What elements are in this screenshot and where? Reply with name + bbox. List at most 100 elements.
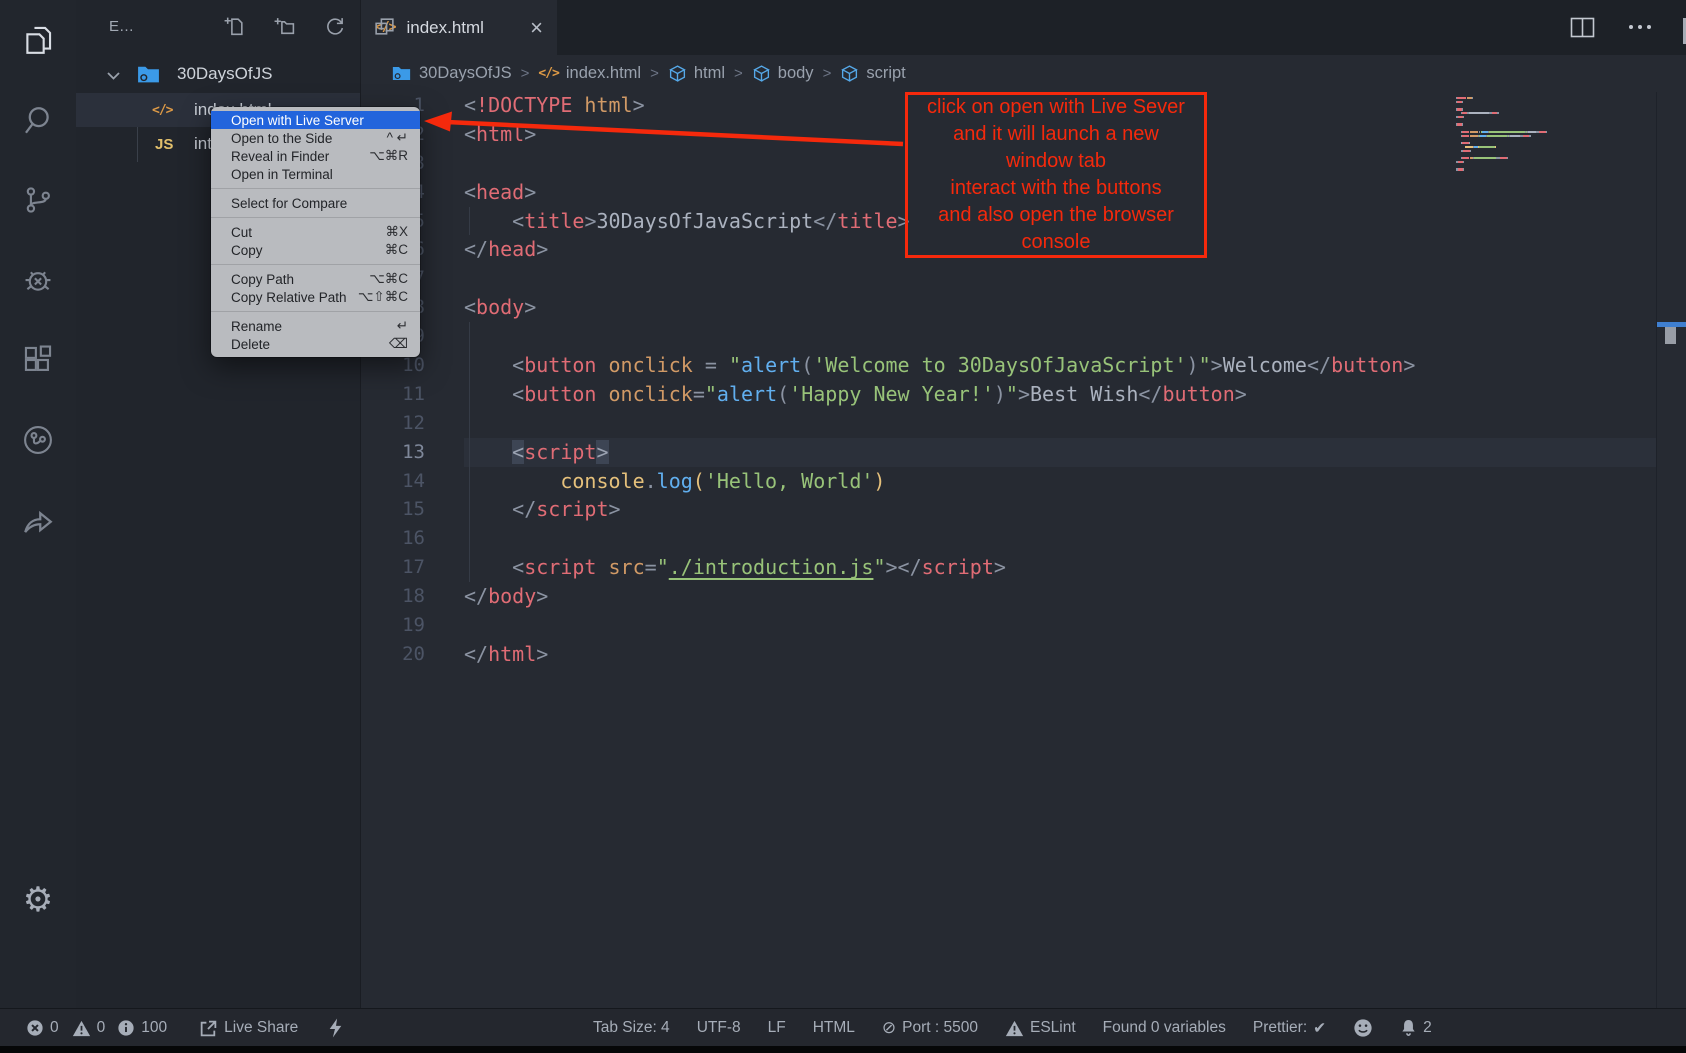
- status-bar: 0 0 100 Live Share Tab Size: 4 UTF: [0, 1008, 1686, 1047]
- breadcrumb-item-body[interactable]: body: [752, 64, 814, 83]
- indent-guide: [469, 207, 470, 235]
- tree-folder-30daysofjs[interactable]: 30DaysOfJS: [76, 57, 360, 93]
- problems-warnings[interactable]: 0: [72, 1019, 106, 1037]
- tab-bar: </> index.html ×: [361, 0, 1686, 55]
- status-eslint[interactable]: ESLint: [1005, 1019, 1076, 1037]
- refresh-icon[interactable]: [323, 15, 346, 38]
- line-number: 18: [361, 582, 425, 611]
- code-line[interactable]: 9: [361, 322, 1657, 351]
- code-line[interactable]: 7: [361, 264, 1657, 293]
- code-line[interactable]: 13 <script>: [361, 438, 1657, 467]
- new-file-icon[interactable]: [223, 15, 246, 38]
- symbol-cube-icon: [840, 64, 859, 83]
- error-icon: [26, 1019, 44, 1037]
- settings-gear-icon[interactable]: ⚙: [0, 868, 76, 932]
- folder-icon: [136, 63, 161, 86]
- source-control-icon[interactable]: [0, 160, 76, 240]
- scrollbar-thumb[interactable]: [1665, 327, 1676, 344]
- html-file-icon: </>: [538, 66, 558, 81]
- menu-item-copy-relative-path[interactable]: Copy Relative Path⌥⇧⌘C: [211, 288, 420, 306]
- live-share-button[interactable]: Live Share: [199, 1019, 298, 1038]
- breadcrumb: 30DaysOfJS > </> index.html > html > bod…: [361, 55, 1686, 92]
- warning-icon: [72, 1020, 91, 1037]
- code-line[interactable]: 10 <button onclick = "alert('Welcome to …: [361, 351, 1657, 380]
- menu-separator: [211, 188, 420, 189]
- line-number: 11: [361, 380, 425, 409]
- feedback-smiley-icon[interactable]: [1353, 1018, 1373, 1038]
- code-line[interactable]: 14 console.log('Hello, World'): [361, 467, 1657, 496]
- breadcrumb-separator: >: [823, 65, 832, 82]
- symbol-cube-icon: [752, 64, 771, 83]
- problems-info[interactable]: 100: [117, 1019, 167, 1037]
- circle-branch-icon[interactable]: [0, 400, 76, 480]
- code-line[interactable]: 18</body>: [361, 582, 1657, 611]
- tab-label: index.html: [406, 18, 483, 38]
- explorer-icon[interactable]: [0, 0, 76, 80]
- code-line[interactable]: 16: [361, 524, 1657, 553]
- code-line[interactable]: 20</html>: [361, 640, 1657, 669]
- code-line[interactable]: 17 <script src="./introduction.js"></scr…: [361, 553, 1657, 582]
- menu-item-copy[interactable]: Copy⌘C: [211, 241, 420, 259]
- close-icon[interactable]: ×: [530, 17, 543, 39]
- status-tab-size[interactable]: Tab Size: 4: [593, 1019, 670, 1037]
- line-number: 20: [361, 640, 425, 669]
- extensions-icon[interactable]: [0, 320, 76, 400]
- menu-item-rename[interactable]: Rename↵: [211, 317, 420, 335]
- code-line[interactable]: 19: [361, 611, 1657, 640]
- split-editor-icon[interactable]: [1570, 17, 1595, 38]
- collapse-all-icon[interactable]: [373, 15, 396, 38]
- menu-item-open-with-live-server[interactable]: Open with Live Server: [211, 111, 420, 129]
- check-icon: ✔: [1313, 1019, 1326, 1037]
- line-number: 15: [361, 495, 425, 524]
- status-prettier[interactable]: Prettier: ✔: [1253, 1019, 1326, 1037]
- explorer-title: E…: [109, 18, 134, 35]
- notifications-bell[interactable]: 2: [1400, 1019, 1432, 1038]
- code-line[interactable]: 15 </script>: [361, 495, 1657, 524]
- menu-separator: [211, 217, 420, 218]
- info-icon: [117, 1019, 135, 1037]
- annotation-line: interact with the buttons: [908, 175, 1204, 202]
- js-file-icon: JS: [155, 136, 173, 153]
- minimap[interactable]: [1456, 97, 1566, 172]
- breadcrumb-item-folder[interactable]: 30DaysOfJS: [391, 64, 512, 83]
- circle-slash-icon: ⊘: [882, 1018, 896, 1038]
- search-icon[interactable]: [0, 80, 76, 160]
- menu-item-select-for-compare[interactable]: Select for Compare: [211, 194, 420, 212]
- breadcrumb-item-html[interactable]: html: [668, 64, 725, 83]
- problems-errors[interactable]: 0: [26, 1019, 59, 1037]
- annotation-line: click on open with Live Sever: [908, 94, 1204, 121]
- status-encoding[interactable]: UTF-8: [697, 1019, 741, 1037]
- indent-guide: [469, 322, 470, 582]
- line-number: 16: [361, 524, 425, 553]
- status-language[interactable]: HTML: [813, 1019, 855, 1037]
- status-eol[interactable]: LF: [768, 1019, 786, 1037]
- menu-item-copy-path[interactable]: Copy Path⌥⌘C: [211, 270, 420, 288]
- code-line[interactable]: 12: [361, 409, 1657, 438]
- code-line[interactable]: 11 <button onclick="alert('Happy New Yea…: [361, 380, 1657, 409]
- breadcrumb-item-script[interactable]: script: [840, 64, 905, 83]
- menu-item-open-in-terminal[interactable]: Open in Terminal: [211, 165, 420, 183]
- breadcrumb-item-file[interactable]: </> index.html: [538, 64, 641, 83]
- more-actions-icon[interactable]: [1629, 14, 1651, 40]
- breadcrumb-separator: >: [734, 65, 743, 82]
- menu-item-cut[interactable]: Cut⌘X: [211, 223, 420, 241]
- annotation-line: and it will launch a new: [908, 121, 1204, 148]
- share-arrow-icon[interactable]: [0, 480, 76, 560]
- line-number: 13: [361, 438, 425, 467]
- menu-item-delete[interactable]: Delete⌫: [211, 335, 420, 353]
- code-line[interactable]: 8<body>: [361, 293, 1657, 322]
- context-menu: Open with Live ServerOpen to the Side^ ↵…: [211, 107, 420, 357]
- new-folder-icon[interactable]: [273, 15, 296, 38]
- status-port[interactable]: ⊘ Port : 5500: [882, 1018, 978, 1038]
- breadcrumb-separator: >: [521, 65, 530, 82]
- menu-separator: [211, 311, 420, 312]
- status-variables[interactable]: Found 0 variables: [1103, 1019, 1226, 1037]
- run-debug-icon[interactable]: [0, 240, 76, 320]
- line-number: 14: [361, 467, 425, 496]
- overview-ruler[interactable]: [1656, 92, 1686, 1008]
- lightning-icon[interactable]: [328, 1018, 343, 1038]
- symbol-cube-icon: [668, 64, 687, 83]
- menu-item-open-to-the-side[interactable]: Open to the Side^ ↵: [211, 129, 420, 147]
- menu-item-reveal-in-finder[interactable]: Reveal in Finder⌥⌘R: [211, 147, 420, 165]
- window-bottom-strip: [0, 1046, 1686, 1053]
